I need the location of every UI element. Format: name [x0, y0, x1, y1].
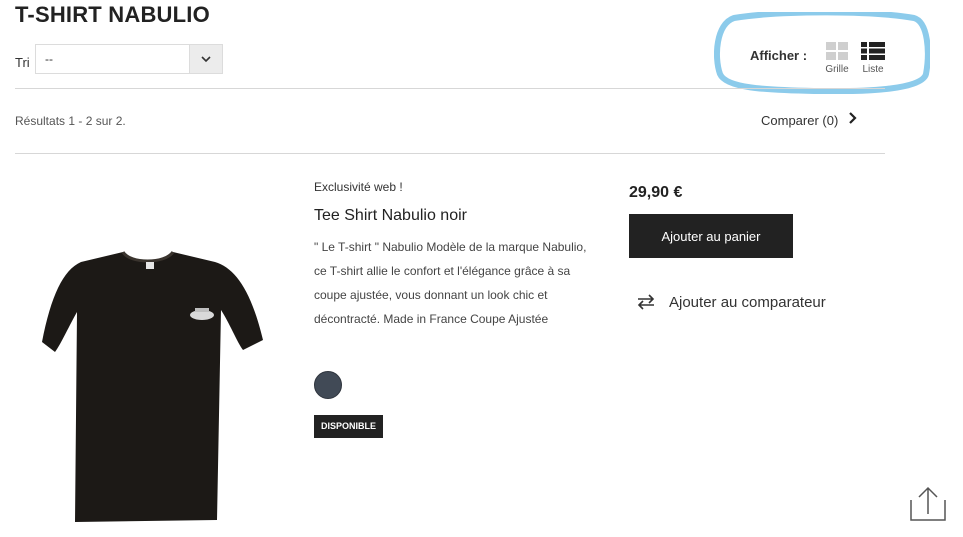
add-to-compare-link[interactable]: Ajouter au comparateur [669, 294, 826, 311]
availability-badge: DISPONIBLE [314, 415, 384, 438]
product-image[interactable] [15, 212, 280, 530]
web-exclusive-label: Exclusivité web ! [314, 180, 403, 194]
product-name-link[interactable]: Tee Shirt Nabulio noir [314, 207, 467, 225]
compare-count: (0) [822, 113, 839, 128]
sort-label: Tri [15, 55, 30, 70]
compare-label: Comparer [761, 113, 819, 128]
compare-arrows-icon[interactable] [636, 294, 656, 315]
page-title: T-SHIRT NABULIO [15, 2, 210, 27]
add-to-cart-button[interactable]: Ajouter au panier [629, 214, 793, 258]
chevron-right-icon[interactable] [848, 111, 858, 128]
product-description: " Le T-shirt " Nabulio Modèle de la marq… [314, 240, 587, 326]
highlight-circle-annotation [714, 12, 930, 94]
divider [15, 88, 885, 89]
sort-selected-value: -- [45, 52, 53, 66]
results-count: Résultats 1 - 2 sur 2. [15, 114, 126, 128]
arrow-up-icon [910, 486, 946, 521]
compare-link[interactable]: Comparer (0) [761, 113, 838, 128]
scroll-to-top-button[interactable] [909, 486, 947, 522]
product-price: 29,90 € [629, 184, 683, 201]
chevron-down-icon [189, 45, 222, 73]
color-swatch[interactable] [314, 371, 342, 399]
sort-select[interactable]: -- [35, 44, 223, 74]
divider [15, 153, 885, 154]
